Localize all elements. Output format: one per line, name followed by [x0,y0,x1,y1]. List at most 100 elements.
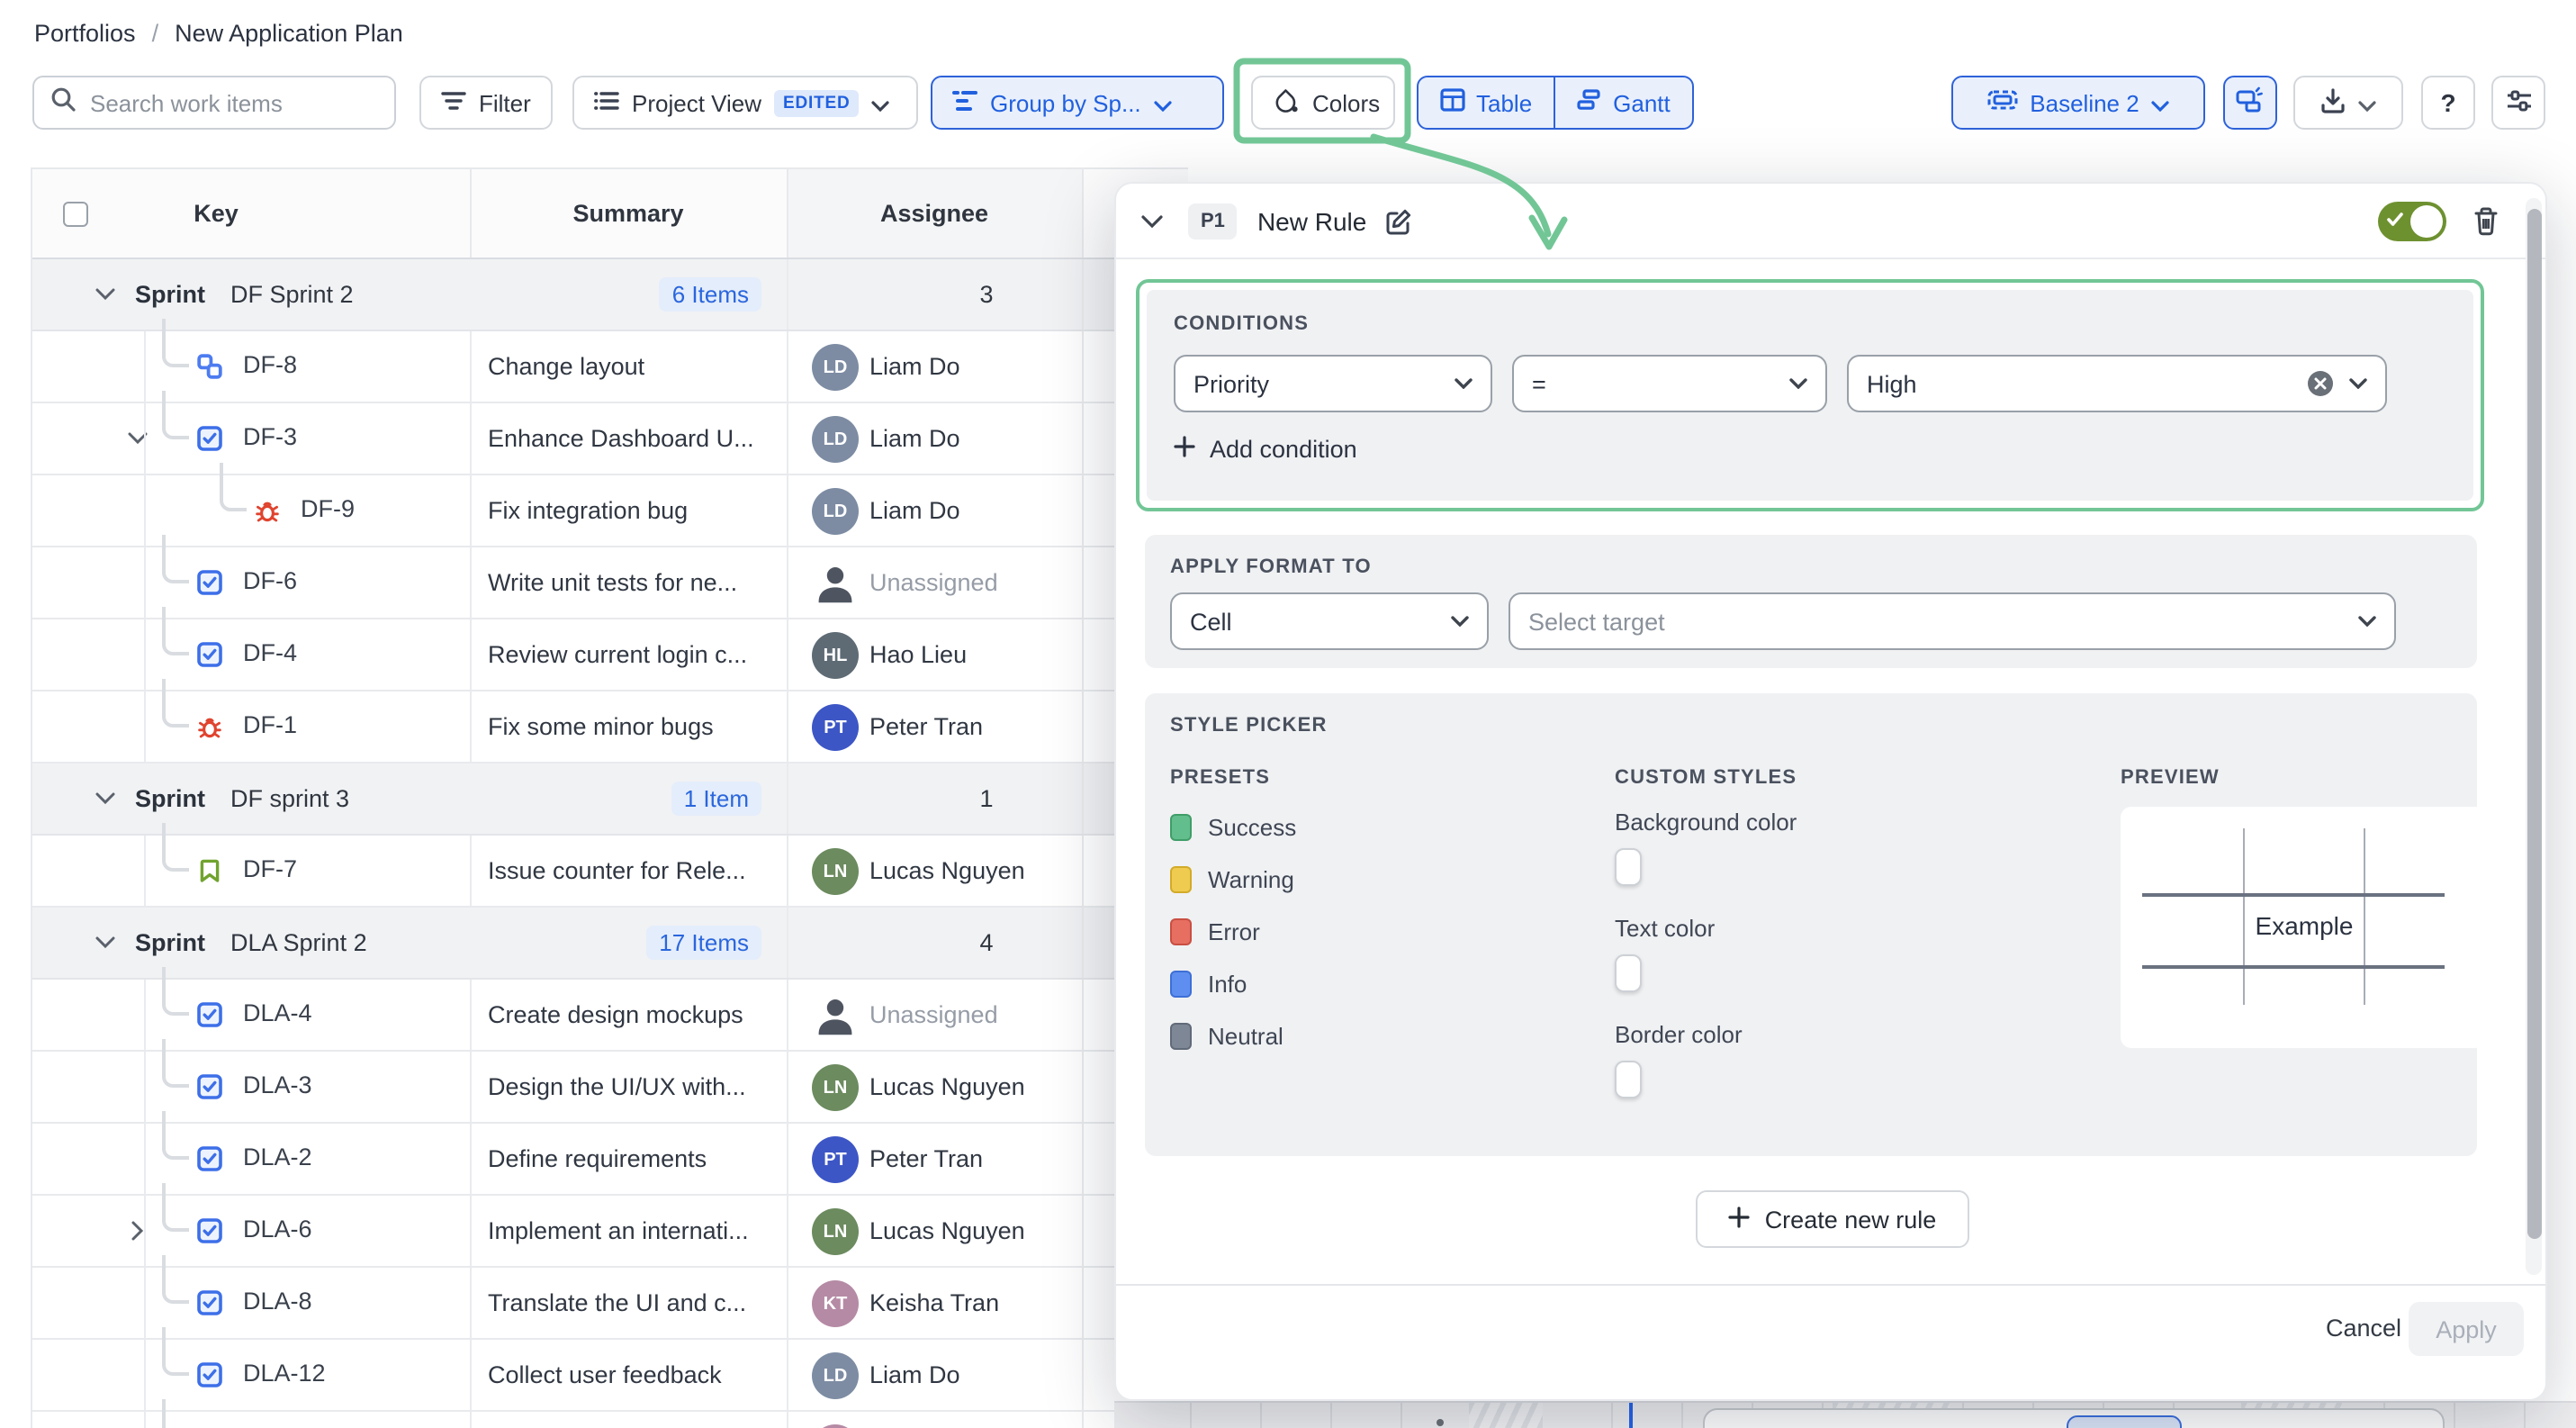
add-condition-button[interactable]: Add condition [1174,436,1357,463]
condition-value-select[interactable]: High [1847,355,2387,412]
expand-item-chevron-icon[interactable] [119,1196,155,1266]
items-count-link[interactable]: 6 Items [660,277,761,312]
item-summary[interactable]: Review current login c... [488,619,776,690]
condition-operator-select[interactable]: = [1512,355,1827,412]
preset-swatch[interactable] [1170,813,1192,840]
table-row[interactable]: DLA-8Translate the UI and c...KTKeisha T… [32,1268,1188,1340]
table-row[interactable]: DF-8Change layoutLDLiam Do [32,331,1188,403]
apply-target-select[interactable]: Select target [1509,592,2396,650]
sprint-group-row[interactable]: SprintDF sprint 31 Item1 [32,764,1188,836]
item-summary[interactable]: Collect user feedback [488,1340,776,1410]
colors-button[interactable]: Colors [1251,76,1395,130]
item-summary[interactable]: Translate the UI and c... [488,1268,776,1338]
table-row[interactable]: DLA-4Create design mockupsUnassigned [32,980,1188,1052]
table-row[interactable]: DF-1Fix some minor bugsPTPeter Tran [32,691,1188,764]
item-summary[interactable]: Design the UI/UX with... [488,1052,776,1122]
table-row[interactable]: DLA-13Test new featuresKTKeisha Tran [32,1412,1188,1428]
table-row[interactable]: DF-7Issue counter for Rele...LNLucas Ngu… [32,836,1188,908]
item-key[interactable]: DF-1 [243,711,297,738]
preset-neutral[interactable]: Neutral [1170,1021,1296,1050]
table-row[interactable]: DLA-2Define requirementsPTPeter Tran [32,1124,1188,1196]
item-key[interactable]: DF-3 [243,423,297,450]
cancel-button[interactable]: Cancel [2326,1315,2401,1342]
feedback-button[interactable] [2223,76,2277,130]
table-row[interactable]: DLA-3Design the UI/UX with...LNLucas Ngu… [32,1052,1188,1124]
preset-swatch[interactable] [1170,865,1192,892]
item-summary[interactable]: Implement an internati... [488,1196,776,1266]
rule-enabled-toggle[interactable] [2378,202,2446,241]
preset-error[interactable]: Error [1170,917,1296,945]
item-key[interactable]: DLA-2 [243,1143,312,1170]
item-key[interactable]: DF-4 [243,639,297,666]
preset-success[interactable]: Success [1170,812,1296,841]
items-count-link[interactable]: 1 Item [671,782,761,816]
sprint-group-row[interactable]: SprintDF Sprint 26 Items3 [32,259,1188,331]
collapse-group-chevron-icon[interactable] [86,764,122,834]
item-key[interactable]: DLA-3 [243,1071,312,1098]
collapse-item-chevron-icon[interactable] [119,403,155,474]
item-summary[interactable]: Define requirements [488,1124,776,1194]
item-key[interactable]: DLA-12 [243,1360,326,1387]
search-input-wrap[interactable] [32,76,396,130]
item-summary[interactable]: Write unit tests for ne... [488,547,776,618]
help-button[interactable]: ? [2421,76,2475,130]
tab-gantt-view[interactable]: Gantt [1554,77,1692,128]
preview-card: Example [2121,807,2486,1048]
item-key[interactable]: DLA-4 [243,999,312,1026]
item-key[interactable]: DF-9 [301,495,355,522]
item-key[interactable]: DF-6 [243,567,297,594]
item-key[interactable]: DF-7 [243,855,297,882]
item-summary[interactable]: Test new features [488,1412,776,1428]
search-input[interactable] [90,89,378,116]
edit-rule-icon[interactable] [1384,206,1413,235]
apply-button[interactable]: Apply [2409,1302,2524,1356]
filter-button[interactable]: Filter [419,76,553,130]
table-row[interactable]: DLA-12Collect user feedbackLDLiam Do [32,1340,1188,1412]
item-summary[interactable]: Issue counter for Rele... [488,836,776,906]
export-dropdown[interactable] [2293,76,2403,130]
preset-swatch[interactable] [1170,917,1192,944]
table-row[interactable]: DF-4Review current login c...HLHao Lieu [32,619,1188,691]
delete-rule-icon[interactable] [2472,205,2500,238]
table-row[interactable]: DF-3Enhance Dashboard U...LDLiam Do [32,403,1188,475]
table-row[interactable]: DF-9Fix integration bugLDLiam Do [32,475,1188,547]
background-color-swatch[interactable] [1615,848,1642,886]
item-summary[interactable]: Create design mockups [488,980,776,1050]
clear-value-icon[interactable] [2306,369,2335,398]
column-header-summary[interactable]: Summary [470,169,787,258]
sprint-group-row[interactable]: SprintDLA Sprint 217 Items4 [32,908,1188,980]
item-key[interactable]: DF-8 [243,351,297,378]
select-all-checkbox[interactable] [63,202,88,227]
item-summary[interactable]: Enhance Dashboard U... [488,403,776,474]
preset-swatch[interactable] [1170,1022,1192,1049]
item-summary[interactable]: Fix integration bug [488,475,776,546]
collapse-rule-chevron-icon[interactable] [1141,213,1163,228]
item-summary[interactable]: Fix some minor bugs [488,691,776,762]
text-color-swatch[interactable] [1615,954,1642,992]
settings-sliders-button[interactable] [2491,76,2545,130]
column-header-assignee[interactable]: Assignee [787,169,1082,258]
baseline-dropdown[interactable]: Baseline 2 [1951,76,2205,130]
table-row[interactable]: DLA-6Implement an internati...LNLucas Ng… [32,1196,1188,1268]
item-key[interactable]: DLA-8 [243,1288,312,1315]
border-color-swatch[interactable] [1615,1061,1642,1098]
collapse-group-chevron-icon[interactable] [86,908,122,978]
column-header-key[interactable]: Key [144,169,288,258]
tab-table-view[interactable]: Table [1419,77,1554,128]
item-key[interactable]: DLA-6 [243,1216,312,1243]
group-by-dropdown[interactable]: Group by Sp... [931,76,1224,130]
preset-warning[interactable]: Warning [1170,864,1296,893]
item-summary[interactable]: Change layout [488,331,776,402]
preset-info[interactable]: Info [1170,969,1296,998]
table-row[interactable]: DF-6Write unit tests for ne...Unassigned [32,547,1188,619]
condition-field-select[interactable]: Priority [1174,355,1492,412]
preset-swatch[interactable] [1170,970,1192,997]
modal-scrollbar[interactable] [2526,198,2542,1275]
items-count-link[interactable]: 17 Items [646,926,761,960]
breadcrumb-portfolios[interactable]: Portfolios [34,20,136,47]
scrollbar-thumb[interactable] [2526,209,2541,1239]
project-view-dropdown[interactable]: Project View EDITED [572,76,918,130]
apply-target-type-select[interactable]: Cell [1170,592,1489,650]
create-new-rule-button[interactable]: Create new rule [1696,1190,1969,1248]
collapse-group-chevron-icon[interactable] [86,259,122,330]
